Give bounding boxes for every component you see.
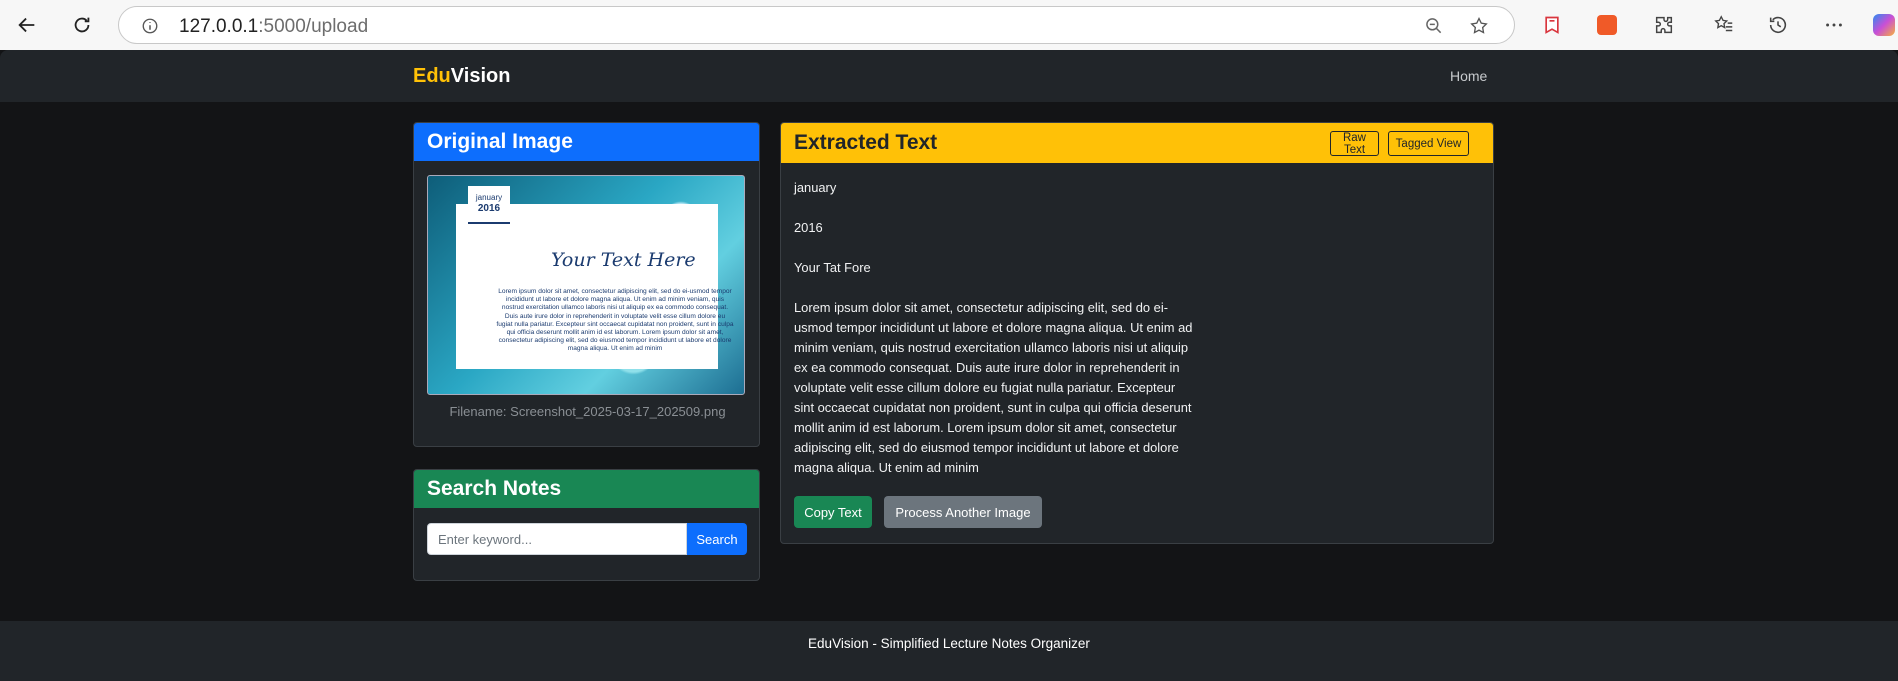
back-button[interactable]: [12, 10, 42, 40]
more-menu-icon[interactable]: [1820, 11, 1848, 39]
search-notes-header: Search Notes: [414, 470, 759, 508]
extracted-line: Your Tat Fore: [794, 260, 871, 275]
favorite-star-icon[interactable]: [1469, 16, 1489, 36]
extracted-paragraph: Lorem ipsum dolor sit amet, consectetur …: [794, 300, 1193, 475]
app-navbar: EduVision Home: [0, 50, 1898, 102]
url-text: 127.0.0.1:5000/upload: [179, 16, 369, 37]
original-image-header: Original Image: [414, 123, 759, 161]
favorites-list-icon[interactable]: [1710, 11, 1738, 39]
tagged-view-button[interactable]: Tagged View: [1388, 131, 1469, 156]
filename-caption: Filename: Screenshot_2025-03-17_202509.p…: [449, 404, 726, 419]
extracted-line: 2016: [794, 220, 823, 235]
browser-toolbar: 127.0.0.1:5000/upload: [0, 0, 1898, 50]
process-another-image-button[interactable]: Process Another Image: [884, 496, 1042, 528]
search-input[interactable]: [427, 523, 687, 555]
uploaded-image-preview: Your Text Here Lorem ipsum dolor sit ame…: [427, 175, 745, 395]
footer-text: EduVision - Simplified Lecture Notes Org…: [808, 636, 1090, 651]
preview-card: Your Text Here Lorem ipsum dolor sit ame…: [456, 204, 734, 369]
original-image-card: Original Image Your Text Here Lorem ipsu…: [413, 122, 760, 447]
nav-home-link[interactable]: Home: [1450, 68, 1487, 84]
extracted-text-header: Extracted Text: [781, 123, 1493, 163]
preview-date-badge: january 2016: [468, 186, 510, 224]
copy-text-button[interactable]: Copy Text: [794, 496, 872, 528]
history-icon[interactable]: [1764, 11, 1792, 39]
back-arrow-icon: [18, 17, 35, 33]
orange-extension-icon[interactable]: [1593, 11, 1621, 39]
info-icon: [142, 18, 158, 34]
extracted-text-body: january 2016 Your Tat Fore Lorem ipsum d…: [794, 178, 1194, 498]
search-notes-card: Search Notes Search: [413, 469, 760, 581]
pdf-extension-icon[interactable]: [1538, 11, 1566, 39]
address-bar[interactable]: 127.0.0.1:5000/upload: [118, 6, 1515, 44]
reload-button[interactable]: [67, 10, 97, 40]
preview-body: Lorem ipsum dolor sit amet, consectetur …: [496, 288, 734, 353]
extracted-line: january: [794, 180, 837, 195]
footer: EduVision - Simplified Lecture Notes Org…: [0, 621, 1898, 681]
brand-logo[interactable]: EduVision: [413, 65, 510, 88]
extracted-text-card: Extracted Text Raw Text Tagged View janu…: [780, 122, 1494, 544]
preview-title: Your Text Here: [551, 249, 696, 271]
zoom-out-icon[interactable]: [1424, 16, 1444, 36]
copilot-icon[interactable]: [1870, 11, 1898, 39]
search-button[interactable]: Search: [687, 523, 747, 555]
reload-icon: [74, 17, 90, 33]
extensions-puzzle-icon[interactable]: [1650, 11, 1678, 39]
raw-text-button[interactable]: Raw Text: [1330, 131, 1379, 156]
